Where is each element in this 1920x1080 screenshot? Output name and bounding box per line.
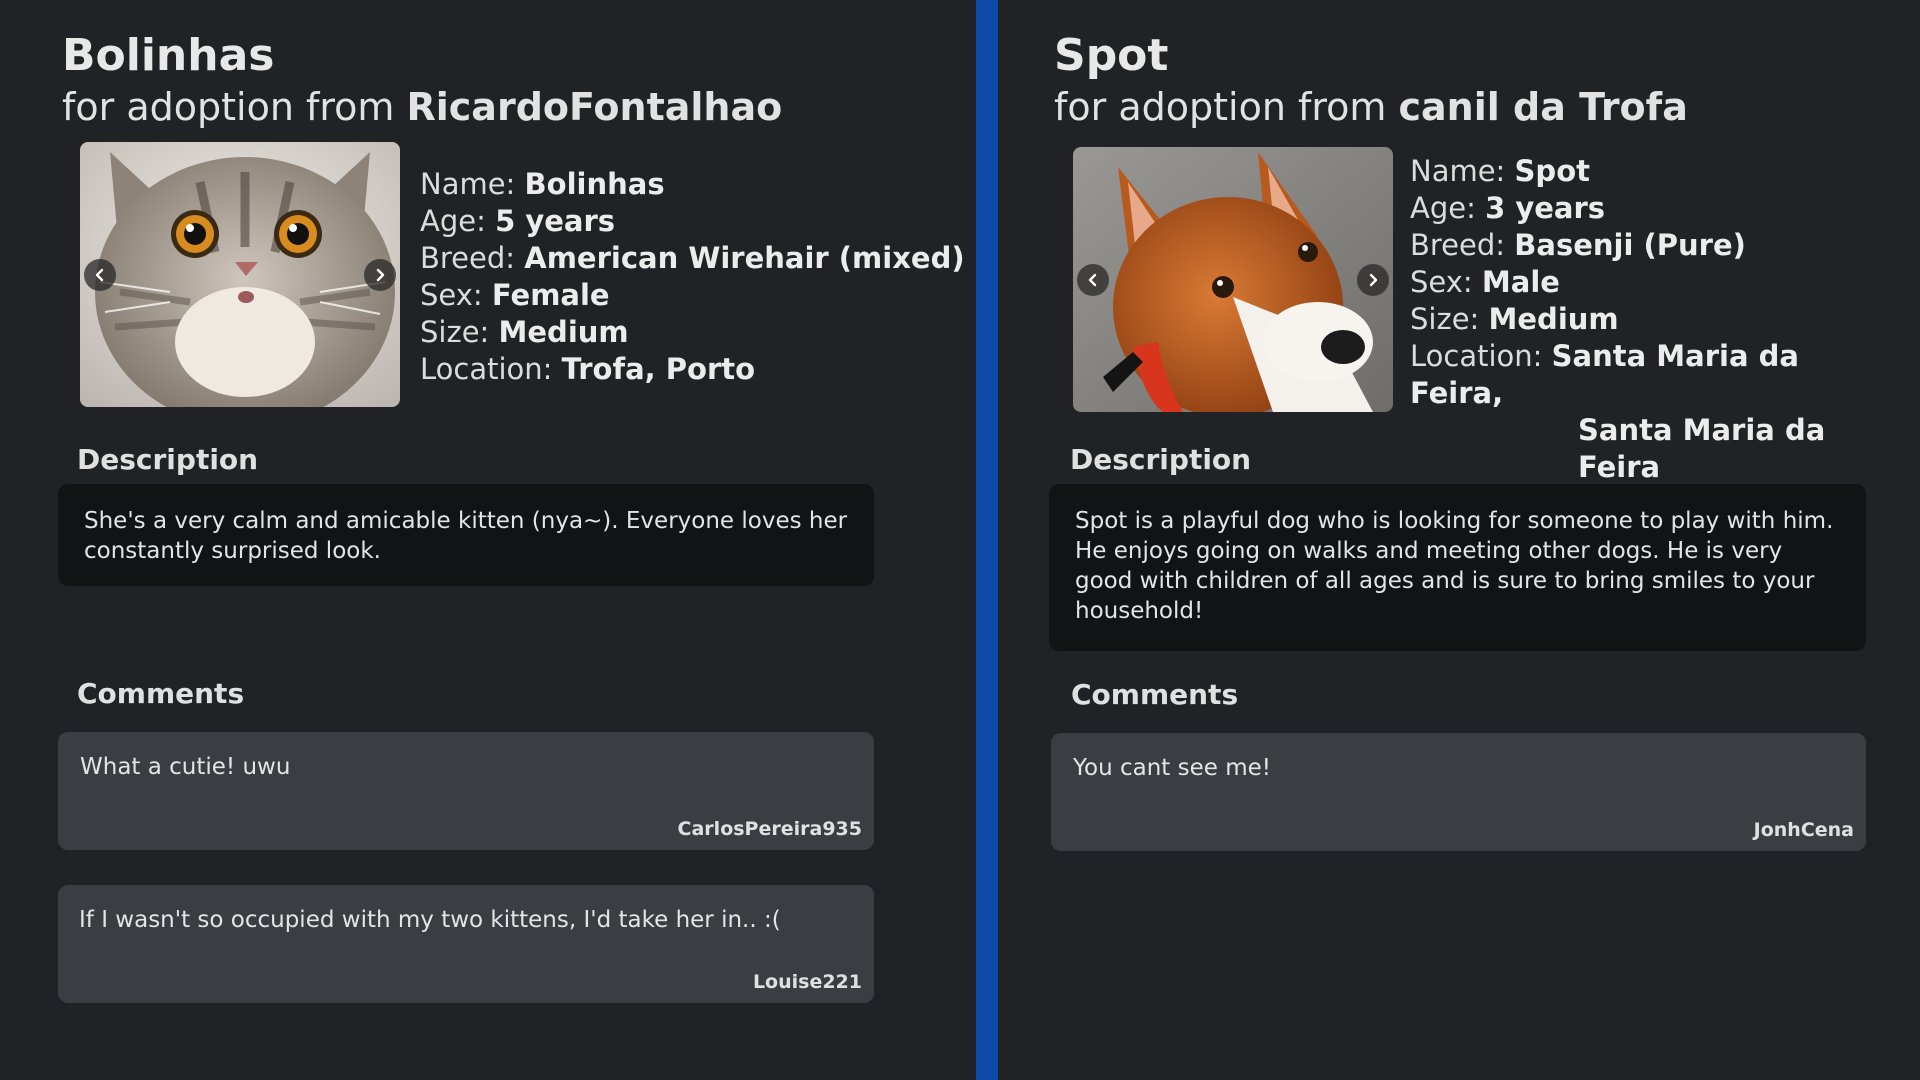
chevron-right-icon — [1369, 273, 1378, 286]
detail-value: 3 years — [1485, 191, 1606, 225]
detail-label: Location: — [1410, 339, 1552, 373]
pet-panel-bolinhas: Bolinhas for adoption from RicardoFontal… — [0, 0, 976, 1080]
detail-label: Age: — [1410, 191, 1486, 225]
comment-author[interactable]: Louise221 — [753, 971, 862, 993]
pet-photo-carousel — [80, 142, 400, 407]
comment-card: What a cutie! uwu CarlosPereira935 — [58, 732, 874, 850]
comments-heading: Comments — [1071, 678, 1239, 711]
detail-label: Size: — [1410, 302, 1489, 336]
detail-label: Size: — [420, 315, 499, 349]
detail-label: Location: — [420, 352, 562, 386]
description-box: She's a very calm and amicable kitten (n… — [58, 484, 874, 586]
detail-name: Name: Spot — [1410, 153, 1880, 190]
pet-details: Name: Spot Age: 3 years Breed: Basenji (… — [1410, 153, 1880, 486]
detail-value: 5 years — [495, 204, 616, 238]
detail-value: Female — [491, 278, 610, 312]
pet-subtitle: for adoption from canil da Trofa — [1054, 88, 1688, 126]
chevron-right-icon — [376, 268, 385, 281]
comment-text: What a cutie! uwu — [80, 754, 291, 780]
pet-photo-carousel — [1073, 147, 1393, 412]
detail-value: Spot — [1514, 154, 1590, 188]
pet-subtitle: for adoption from RicardoFontalhao — [62, 88, 782, 126]
panel-divider — [976, 0, 998, 1080]
detail-name: Name: Bolinhas — [420, 166, 965, 203]
detail-label: Name: — [1410, 154, 1515, 188]
detail-label: Breed: — [1410, 228, 1515, 262]
detail-label: Sex: — [420, 278, 492, 312]
detail-value: Trofa, Porto — [561, 352, 756, 386]
comment-author[interactable]: CarlosPereira935 — [678, 818, 862, 840]
detail-sex: Sex: Male — [1410, 264, 1880, 301]
carousel-prev-button[interactable] — [84, 258, 116, 291]
adoption-compare-page: Bolinhas for adoption from RicardoFontal… — [0, 0, 1920, 1080]
detail-size: Size: Medium — [420, 314, 965, 351]
description-heading: Description — [1070, 443, 1252, 476]
detail-value: Basenji (Pure) — [1514, 228, 1746, 262]
pet-title: Spot — [1054, 30, 1169, 81]
detail-age: Age: 5 years — [420, 203, 965, 240]
detail-value: American Wirehair (mixed) — [524, 241, 965, 275]
comment-card: If I wasn't so occupied with my two kitt… — [58, 885, 874, 1003]
chevron-left-icon — [1088, 273, 1097, 286]
pet-details: Name: Bolinhas Age: 5 years Breed: Ameri… — [420, 166, 965, 388]
chevron-left-icon — [95, 268, 104, 281]
pet-title: Bolinhas — [62, 30, 275, 81]
detail-label: Age: — [420, 204, 496, 238]
detail-breed: Breed: Basenji (Pure) — [1410, 227, 1880, 264]
comment-author[interactable]: JonhCena — [1754, 819, 1854, 841]
detail-value: Medium — [498, 315, 629, 349]
detail-value: Medium — [1488, 302, 1619, 336]
detail-size: Size: Medium — [1410, 301, 1880, 338]
owner-link[interactable]: RicardoFontalhao — [407, 85, 783, 129]
description-box: Spot is a playful dog who is looking for… — [1049, 484, 1866, 651]
pet-panel-spot: Spot for adoption from canil da Trofa Na… — [998, 0, 1920, 1080]
dog-photo — [1073, 147, 1393, 412]
comments-heading: Comments — [77, 677, 245, 710]
carousel-next-button[interactable] — [1357, 263, 1389, 296]
detail-label: Breed: — [420, 241, 525, 275]
comment-text: If I wasn't so occupied with my two kitt… — [79, 907, 781, 933]
detail-value-line2: Santa Maria da Feira — [1578, 413, 1826, 484]
owner-link[interactable]: canil da Trofa — [1399, 85, 1688, 129]
detail-value: Bolinhas — [524, 167, 665, 201]
carousel-next-button[interactable] — [364, 258, 396, 291]
subtitle-prefix: for adoption from — [1054, 85, 1399, 129]
detail-location: Location: Santa Maria da Feira, Santa Mar… — [1410, 338, 1880, 486]
description-heading: Description — [77, 443, 259, 476]
detail-breed: Breed: American Wirehair (mixed) — [420, 240, 965, 277]
cat-photo — [80, 142, 400, 407]
detail-label: Sex: — [1410, 265, 1482, 299]
subtitle-prefix: for adoption from — [62, 85, 407, 129]
detail-age: Age: 3 years — [1410, 190, 1880, 227]
comment-text: You cant see me! — [1073, 755, 1271, 781]
detail-value: Male — [1481, 265, 1560, 299]
detail-sex: Sex: Female — [420, 277, 965, 314]
detail-location: Location: Trofa, Porto — [420, 351, 965, 388]
detail-label: Name: — [420, 167, 525, 201]
comment-card: You cant see me! JonhCena — [1051, 733, 1866, 851]
carousel-prev-button[interactable] — [1077, 263, 1109, 296]
